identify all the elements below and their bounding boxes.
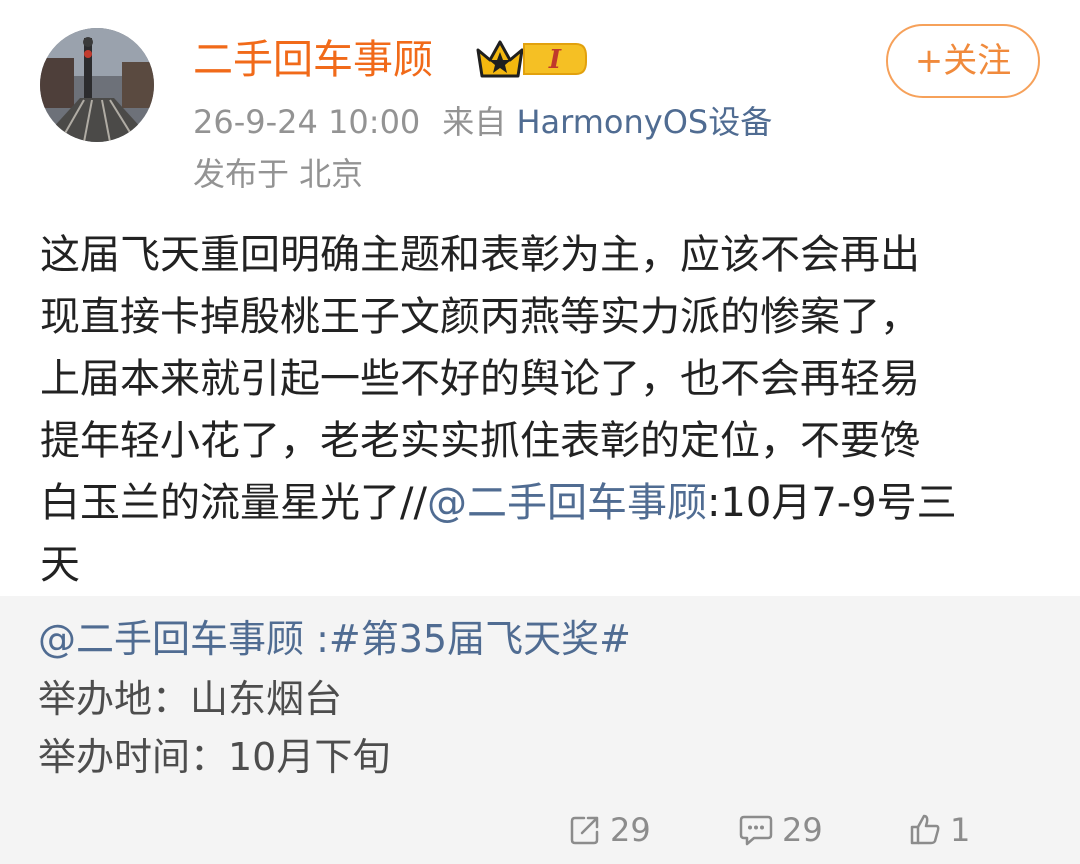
source-prefix: 来自: [442, 103, 507, 141]
post-time: 26-9-24 10:00: [193, 103, 421, 141]
quoted-mention-link[interactable]: @二手回车事顾 :#第35届飞天奖#: [38, 617, 631, 661]
vip-badge[interactable]: I: [476, 36, 592, 82]
repost-icon: [570, 816, 599, 845]
post-body-text: 白玉兰的流量星光了//: [40, 480, 427, 526]
author-name[interactable]: 二手回车事顾: [193, 32, 433, 88]
comment-icon: [739, 815, 773, 846]
badge-level: I: [548, 45, 562, 75]
post-body-line: 这届飞天重回明确主题和表彰为主，应该不会再出: [40, 232, 920, 278]
mention-link[interactable]: @二手回车事顾: [427, 480, 707, 526]
post-header: 二手回车事顾 I 26-9-24 10:00 来自 HarmonyOS设备 发布于…: [0, 0, 1080, 210]
avatar[interactable]: [40, 28, 154, 142]
source-device[interactable]: HarmonyOS设备: [516, 103, 772, 141]
quoted-mention-line: @二手回车事顾 :#第35届飞天奖#: [38, 614, 631, 664]
post-location: 发布于 北京: [193, 155, 364, 193]
post-body-line: 现直接卡掉殷桃王子文颜丙燕等实力派的惨案了，: [40, 294, 920, 340]
like-icon: [910, 814, 940, 845]
action-bar: 29 29 1: [0, 800, 1080, 860]
repost-count: 29: [610, 811, 651, 849]
like-button[interactable]: 1: [908, 808, 970, 852]
repost-button[interactable]: 29: [568, 808, 651, 852]
post-meta: 26-9-24 10:00 来自 HarmonyOS设备: [193, 102, 772, 142]
quoted-date: 举办时间：10月下旬: [38, 735, 391, 779]
comment-button[interactable]: 29: [738, 808, 823, 852]
avatar-photo: [40, 28, 154, 142]
post-body-line: 上届本来就引起一些不好的舆论了，也不会再轻易: [40, 356, 920, 402]
crown-icon: I: [476, 40, 587, 78]
quoted-post[interactable]: @二手回车事顾 :#第35届飞天奖# 举办地：山东烟台 举办时间：10月下旬 2…: [0, 596, 1080, 864]
post-body-line: 天: [40, 542, 80, 588]
post-body-line: 白玉兰的流量星光了//@二手回车事顾:10月7-9号三: [40, 472, 1050, 534]
follow-button[interactable]: +关注: [886, 24, 1040, 98]
comment-count: 29: [782, 811, 823, 849]
quoted-venue: 举办地：山东烟台: [38, 677, 343, 721]
post-body-text: :10月7-9号三: [706, 480, 957, 526]
post-body-line: 提年轻小花了，老老实实抓住表彰的定位，不要馋: [40, 418, 920, 464]
like-count: 1: [950, 811, 971, 849]
post-body: 这届飞天重回明确主题和表彰为主，应该不会再出 现直接卡掉殷桃王子文颜丙燕等实力派…: [40, 224, 1050, 596]
